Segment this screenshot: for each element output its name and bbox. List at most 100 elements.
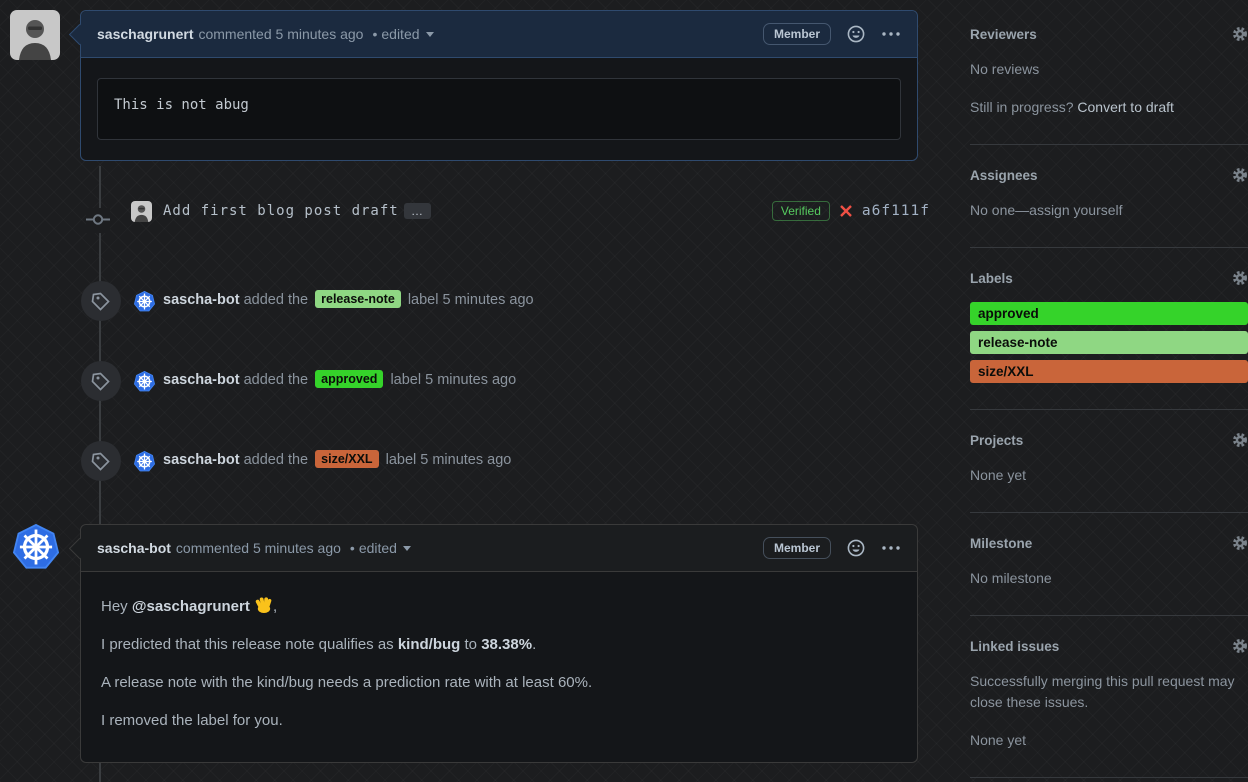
- greeting-comma: ,: [273, 598, 278, 615]
- kind-bug-text: kind/bug: [397, 636, 461, 653]
- event-suffix: label 5 minutes ago: [385, 452, 512, 468]
- event-author-link[interactable]: sascha-bot: [163, 292, 240, 308]
- label-event-row: sascha-bot added the release-note label …: [0, 281, 930, 321]
- comment-header: saschagrunert commented 5 minutes ago • …: [81, 11, 917, 58]
- greeting-text: Hey: [101, 598, 132, 615]
- edited-dropdown[interactable]: edited: [359, 540, 411, 556]
- comment-timestamp-link[interactable]: commented 5 minutes ago: [176, 540, 341, 556]
- comment-options-button[interactable]: [881, 31, 901, 37]
- milestone-section: Milestone No milestone: [970, 513, 1248, 616]
- gear-icon[interactable]: [1232, 26, 1248, 42]
- removed-label-line: I removed the label for you.: [101, 712, 283, 729]
- label-chip[interactable]: approved: [315, 370, 384, 388]
- edited-label: edited: [358, 540, 397, 556]
- linked-issues-description: Successfully merging this pull request m…: [970, 673, 1235, 710]
- bullet-separator: •: [372, 26, 378, 42]
- reviewers-section: Reviewers No reviews Still in progress? …: [970, 4, 1248, 145]
- event-action: added the: [243, 452, 309, 468]
- comment-timestamp-link[interactable]: commented 5 minutes ago: [198, 26, 363, 42]
- commit-icon: [86, 208, 110, 233]
- code-block: This is not abug: [97, 78, 901, 140]
- linked-issues-empty: None yet: [970, 732, 1027, 748]
- edited-dropdown[interactable]: edited: [381, 26, 434, 42]
- comment: sascha-bot commented 5 minutes ago • edi…: [80, 524, 918, 763]
- reviewers-title[interactable]: Reviewers: [970, 27, 1037, 42]
- assign-yourself-link[interactable]: assign yourself: [1029, 202, 1122, 218]
- gear-icon[interactable]: [1232, 535, 1248, 551]
- commit-author-avatar[interactable]: [131, 201, 152, 222]
- labels-title[interactable]: Labels: [970, 271, 1013, 286]
- sidebar-label[interactable]: release-note: [970, 331, 1248, 354]
- assignees-title[interactable]: Assignees: [970, 168, 1038, 183]
- notifications-section: Notifications Customize: [970, 778, 1248, 782]
- bot-avatar[interactable]: [133, 370, 156, 392]
- projects-section: Projects None yet: [970, 410, 1248, 513]
- emoji-reaction-button[interactable]: [847, 539, 865, 557]
- smiley-icon: [847, 25, 865, 43]
- gear-icon[interactable]: [1232, 638, 1248, 654]
- greeting-line: Hey @saschagrunert ,: [101, 595, 897, 617]
- milestone-empty: No milestone: [970, 570, 1052, 586]
- pull-request-page: saschagrunert commented 5 minutes ago • …: [0, 0, 1248, 782]
- sidebar: Reviewers No reviews Still in progress? …: [970, 0, 1248, 782]
- comment-options-button[interactable]: [881, 545, 901, 551]
- tag-icon: [81, 441, 121, 481]
- assignees-section: Assignees No one—assign yourself: [970, 145, 1248, 248]
- chevron-down-icon: [402, 545, 411, 551]
- edited-label: edited: [381, 26, 420, 42]
- tag-icon: [81, 361, 121, 401]
- prediction-percent: 38.38%: [481, 636, 533, 653]
- member-badge[interactable]: Member: [762, 537, 831, 559]
- bot-avatar[interactable]: [133, 290, 156, 312]
- commit-description-toggle[interactable]: …: [404, 203, 431, 219]
- tag-icon: [81, 281, 121, 321]
- label-chip[interactable]: size/XXL: [315, 450, 379, 468]
- projects-empty: None yet: [970, 467, 1027, 483]
- emoji-reaction-button[interactable]: [847, 25, 865, 43]
- chevron-down-icon: [425, 31, 434, 37]
- gear-icon[interactable]: [1232, 432, 1248, 448]
- prediction-text: I predicted that this release note quali…: [101, 636, 398, 653]
- avatar[interactable]: [10, 10, 60, 60]
- label-event-row: sascha-bot added the size/XXL label 5 mi…: [0, 441, 930, 481]
- comment-header: sascha-bot commented 5 minutes ago • edi…: [81, 525, 917, 572]
- timeline-column: saschagrunert commented 5 minutes ago • …: [0, 0, 930, 782]
- comment-author-link[interactable]: sascha-bot: [97, 540, 171, 556]
- linked-issues-section: Linked issues Successfully merging this …: [970, 616, 1248, 778]
- prediction-mid: to: [460, 636, 482, 653]
- kebab-icon: [882, 546, 900, 550]
- comment-body: This is not abug: [81, 58, 917, 160]
- event-action: added the: [243, 372, 309, 388]
- comment-author-link[interactable]: saschagrunert: [97, 26, 193, 42]
- milestone-title[interactable]: Milestone: [970, 536, 1032, 551]
- member-badge[interactable]: Member: [762, 23, 831, 45]
- bot-avatar-large[interactable]: [12, 523, 60, 570]
- linked-issues-title[interactable]: Linked issues: [970, 639, 1059, 654]
- projects-title[interactable]: Projects: [970, 433, 1023, 448]
- event-author-link[interactable]: sascha-bot: [163, 452, 240, 468]
- commit-hash-link[interactable]: a6f111f: [862, 203, 930, 219]
- bot-avatar[interactable]: [133, 450, 156, 472]
- event-suffix: label 5 minutes ago: [390, 372, 517, 388]
- sidebar-label[interactable]: size/XXL: [970, 360, 1248, 383]
- gear-icon[interactable]: [1232, 167, 1248, 183]
- gear-icon[interactable]: [1232, 270, 1248, 286]
- prediction-period: .: [532, 636, 537, 653]
- event-author-link[interactable]: sascha-bot: [163, 372, 240, 388]
- kebab-icon: [882, 32, 900, 36]
- labels-section: Labels approved release-note size/XXL: [970, 248, 1248, 410]
- failed-check-x-icon[interactable]: [839, 204, 853, 218]
- still-in-progress-text: Still in progress?: [970, 99, 1078, 115]
- requirement-line: A release note with the kind/bug needs a…: [101, 674, 593, 691]
- user-mention-link[interactable]: @saschagrunert: [132, 598, 250, 615]
- commit-row: Add first blog post draft … Verified a6f…: [0, 201, 930, 241]
- label-chip[interactable]: release-note: [315, 290, 401, 308]
- verified-badge[interactable]: Verified: [771, 201, 830, 221]
- waving-hand-emoji: [255, 597, 272, 614]
- prediction-line: I predicted that this release note quali…: [101, 634, 897, 655]
- commit-message-link[interactable]: Add first blog post draft: [163, 203, 399, 219]
- convert-to-draft-link[interactable]: Convert to draft: [1077, 99, 1174, 115]
- event-action: added the: [243, 292, 309, 308]
- label-event-row: sascha-bot added the approved label 5 mi…: [0, 361, 930, 401]
- sidebar-label[interactable]: approved: [970, 302, 1248, 325]
